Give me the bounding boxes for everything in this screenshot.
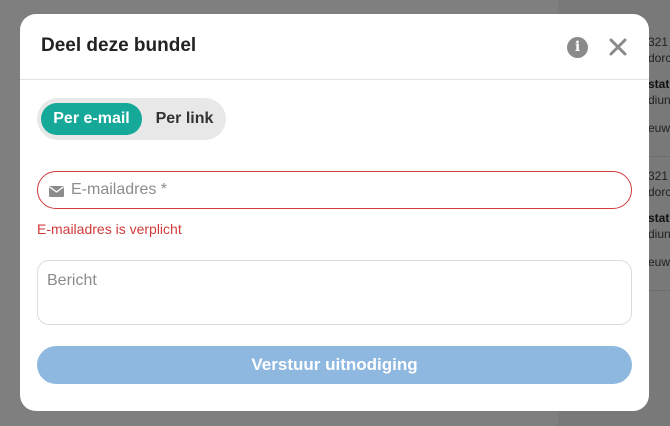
info-icon[interactable]: i bbox=[567, 37, 588, 58]
share-bundle-dialog: Deel deze bundel i Per e-mail Per link E… bbox=[20, 14, 649, 411]
email-field[interactable]: E-mailadres * bbox=[37, 171, 632, 209]
email-error-message: E-mailadres is verplicht bbox=[37, 221, 182, 237]
email-field-placeholder: E-mailadres * bbox=[71, 181, 168, 198]
tab-per-email[interactable]: Per e-mail bbox=[41, 103, 142, 135]
send-invitation-button[interactable]: Verstuur uitnodiging bbox=[37, 346, 632, 384]
close-icon[interactable] bbox=[607, 36, 629, 58]
dialog-title: Deel deze bundel bbox=[41, 35, 197, 56]
message-field-placeholder: Bericht bbox=[47, 272, 97, 289]
dialog-header: Deel deze bundel i bbox=[20, 14, 649, 80]
envelope-icon bbox=[49, 184, 64, 197]
tab-per-link[interactable]: Per link bbox=[147, 103, 222, 135]
message-field[interactable]: Bericht bbox=[37, 260, 632, 325]
share-method-toggle: Per e-mail Per link bbox=[37, 98, 226, 140]
